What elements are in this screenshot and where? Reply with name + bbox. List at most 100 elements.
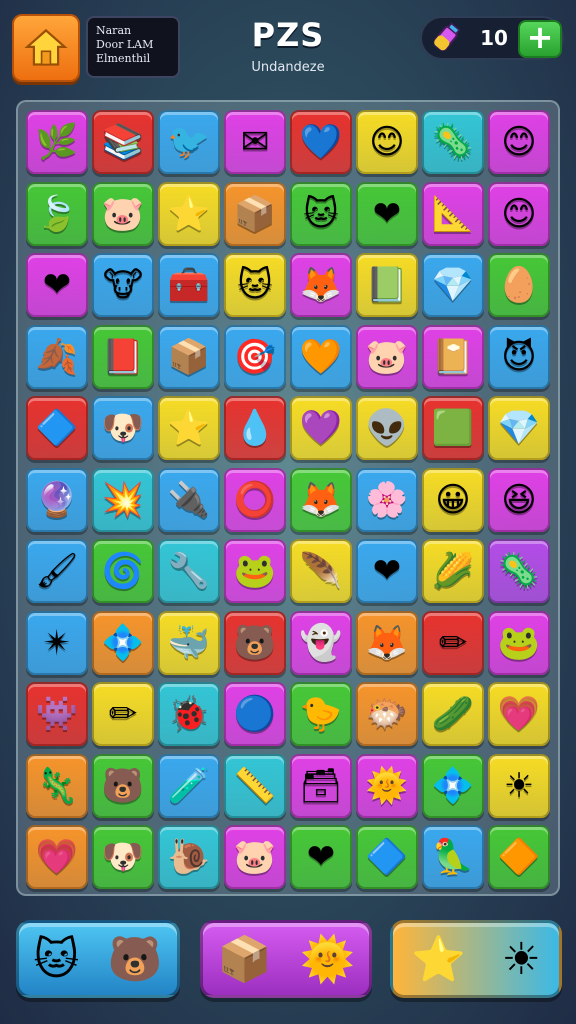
tile-r11-c1[interactable]: 💗 bbox=[26, 825, 88, 889]
tile-r2-c1[interactable]: 🍃 bbox=[26, 181, 88, 246]
tile-r4-c5[interactable]: 🧡 bbox=[290, 324, 352, 389]
tile-r8-c2[interactable]: 💠 bbox=[92, 610, 154, 675]
tile-r5-c1[interactable]: 🔷 bbox=[26, 396, 88, 460]
tile-icon: ⭕ bbox=[233, 479, 277, 520]
tile-icon: 🦠 bbox=[431, 122, 475, 162]
tile-r11-c3[interactable]: 🐌 bbox=[158, 825, 220, 889]
tile-r5-c4[interactable]: 💧 bbox=[224, 396, 286, 460]
tile-r1-c6[interactable]: 😊 bbox=[356, 110, 418, 174]
tile-r6-c4[interactable]: ⭕ bbox=[224, 467, 286, 532]
tile-r10-c5[interactable]: 🗃 bbox=[290, 753, 352, 818]
tile-r3-c5[interactable]: 🦊 bbox=[290, 253, 352, 317]
tile-r6-c1[interactable]: 🔮 bbox=[26, 467, 88, 532]
tile-r5-c8[interactable]: 💎 bbox=[488, 396, 550, 460]
tile-r5-c2[interactable]: 🐶 bbox=[92, 396, 154, 460]
tile-r7-c4[interactable]: 🐸 bbox=[224, 539, 286, 603]
tile-r9-c1[interactable]: 👾 bbox=[26, 682, 88, 746]
tile-r5-c7[interactable]: 🟩 bbox=[422, 396, 484, 460]
tile-r2-c5[interactable]: 🐱 bbox=[290, 181, 352, 246]
tile-r2-c6[interactable]: ❤ bbox=[356, 181, 418, 246]
tile-r3-c6[interactable]: 📗 bbox=[356, 253, 418, 317]
tile-r1-c7[interactable]: 🦠 bbox=[422, 110, 484, 174]
tile-r1-c5[interactable]: 💙 bbox=[290, 110, 352, 174]
tile-r8-c4[interactable]: 🐻 bbox=[224, 610, 286, 675]
tile-r7-c7[interactable]: 🌽 bbox=[422, 539, 484, 603]
tile-r9-c8[interactable]: 💗 bbox=[488, 682, 550, 746]
bottom-button-3[interactable]: ⭐ ☀ bbox=[390, 920, 562, 998]
tile-r6-c5[interactable]: 🦊 bbox=[290, 467, 352, 532]
tile-r1-c2[interactable]: 📚 bbox=[92, 110, 154, 174]
tile-r4-c4[interactable]: 🎯 bbox=[224, 324, 286, 389]
tile-r7-c3[interactable]: 🔧 bbox=[158, 539, 220, 603]
tile-r11-c2[interactable]: 🐶 bbox=[92, 825, 154, 889]
tile-r6-c8[interactable]: 😆 bbox=[488, 467, 550, 532]
tile-r4-c3[interactable]: 📦 bbox=[158, 324, 220, 389]
tile-r11-c8[interactable]: 🔶 bbox=[488, 825, 550, 889]
tile-r3-c4[interactable]: 🐱 bbox=[224, 253, 286, 317]
tile-r11-c6[interactable]: 🔷 bbox=[356, 825, 418, 889]
tile-r8-c6[interactable]: 🦊 bbox=[356, 610, 418, 675]
tile-r5-c5[interactable]: 💜 bbox=[290, 396, 352, 460]
tile-r3-c7[interactable]: 💎 bbox=[422, 253, 484, 317]
tile-r1-c3[interactable]: 🐦 bbox=[158, 110, 220, 174]
tile-r4-c2[interactable]: 📕 bbox=[92, 324, 154, 389]
tile-icon: 🦜 bbox=[431, 837, 475, 877]
bottom-button-2[interactable]: 📦 🌞 bbox=[200, 920, 372, 998]
tile-r10-c6[interactable]: 🌞 bbox=[356, 753, 418, 818]
tile-r1-c1[interactable]: 🌿 bbox=[26, 110, 88, 174]
tile-r10-c1[interactable]: 🦎 bbox=[26, 753, 88, 818]
player-info-panel: Naran Door LAM Elmenthil bbox=[86, 16, 180, 78]
tile-r8-c3[interactable]: 🐳 bbox=[158, 610, 220, 675]
tile-r5-c3[interactable]: ⭐ bbox=[158, 396, 220, 460]
tile-r7-c1[interactable]: 🖌 bbox=[26, 539, 88, 603]
tile-r10-c2[interactable]: 🐻 bbox=[92, 753, 154, 818]
tile-r8-c5[interactable]: 👻 bbox=[290, 610, 352, 675]
tile-r4-c1[interactable]: 🍂 bbox=[26, 324, 88, 389]
tile-r2-c3[interactable]: ⭐ bbox=[158, 181, 220, 246]
tile-r4-c7[interactable]: 📔 bbox=[422, 324, 484, 389]
tile-r11-c4[interactable]: 🐷 bbox=[224, 825, 286, 889]
tile-r1-c4[interactable]: ✉ bbox=[224, 110, 286, 174]
tile-r9-c5[interactable]: 🐤 bbox=[290, 682, 352, 746]
tile-r3-c8[interactable]: 🥚 bbox=[488, 253, 550, 317]
tile-r4-c8[interactable]: 😈 bbox=[488, 324, 550, 389]
game-subtitle: Undandeze bbox=[251, 60, 325, 75]
tile-r2-c2[interactable]: 🐷 bbox=[92, 181, 154, 246]
tile-r6-c3[interactable]: 🔌 bbox=[158, 467, 220, 532]
tile-r10-c8[interactable]: ☀ bbox=[488, 753, 550, 818]
bottom-button-1[interactable]: 🐱 🐻 bbox=[16, 920, 180, 998]
tile-r6-c6[interactable]: 🌸 bbox=[356, 467, 418, 532]
tile-r3-c1[interactable]: ❤ bbox=[26, 253, 88, 317]
tile-r8-c8[interactable]: 🐸 bbox=[488, 610, 550, 675]
add-currency-button[interactable]: + bbox=[518, 20, 562, 58]
home-button[interactable] bbox=[12, 14, 80, 82]
tile-r2-c4[interactable]: 📦 bbox=[224, 181, 286, 246]
tile-r11-c7[interactable]: 🦜 bbox=[422, 825, 484, 889]
tile-r4-c6[interactable]: 🐷 bbox=[356, 324, 418, 389]
tile-r7-c5[interactable]: 🪶 bbox=[290, 539, 352, 603]
tile-r5-c6[interactable]: 👽 bbox=[356, 396, 418, 460]
tile-r9-c4[interactable]: 🔵 bbox=[224, 682, 286, 746]
tile-r2-c7[interactable]: 📐 bbox=[422, 181, 484, 246]
tile-r10-c3[interactable]: 🧪 bbox=[158, 753, 220, 818]
tile-r9-c6[interactable]: 🐡 bbox=[356, 682, 418, 746]
tile-r11-c5[interactable]: ❤ bbox=[290, 825, 352, 889]
tile-r6-c2[interactable]: 💥 bbox=[92, 467, 154, 532]
tile-r2-c8[interactable]: 😊 bbox=[488, 181, 550, 246]
tile-r10-c7[interactable]: 💠 bbox=[422, 753, 484, 818]
tile-r7-c6[interactable]: ❤ bbox=[356, 539, 418, 603]
tile-r7-c8[interactable]: 🦠 bbox=[488, 539, 550, 603]
tile-r8-c1[interactable]: ✴ bbox=[26, 610, 88, 675]
tile-icon: 🐶 bbox=[101, 408, 145, 448]
tile-icon: 🗃 bbox=[299, 765, 343, 806]
tile-r7-c2[interactable]: 🌀 bbox=[92, 539, 154, 603]
tile-r8-c7[interactable]: ✏ bbox=[422, 610, 484, 675]
tile-r9-c7[interactable]: 🥒 bbox=[422, 682, 484, 746]
tile-r3-c3[interactable]: 🧰 bbox=[158, 253, 220, 317]
tile-r1-c8[interactable]: 😊 bbox=[488, 110, 550, 174]
tile-r9-c3[interactable]: 🐞 bbox=[158, 682, 220, 746]
tile-r10-c4[interactable]: 📏 bbox=[224, 753, 286, 818]
tile-r9-c2[interactable]: ✏ bbox=[92, 682, 154, 746]
tile-r6-c7[interactable]: 😀 bbox=[422, 467, 484, 532]
tile-r3-c2[interactable]: 🐮 bbox=[92, 253, 154, 317]
